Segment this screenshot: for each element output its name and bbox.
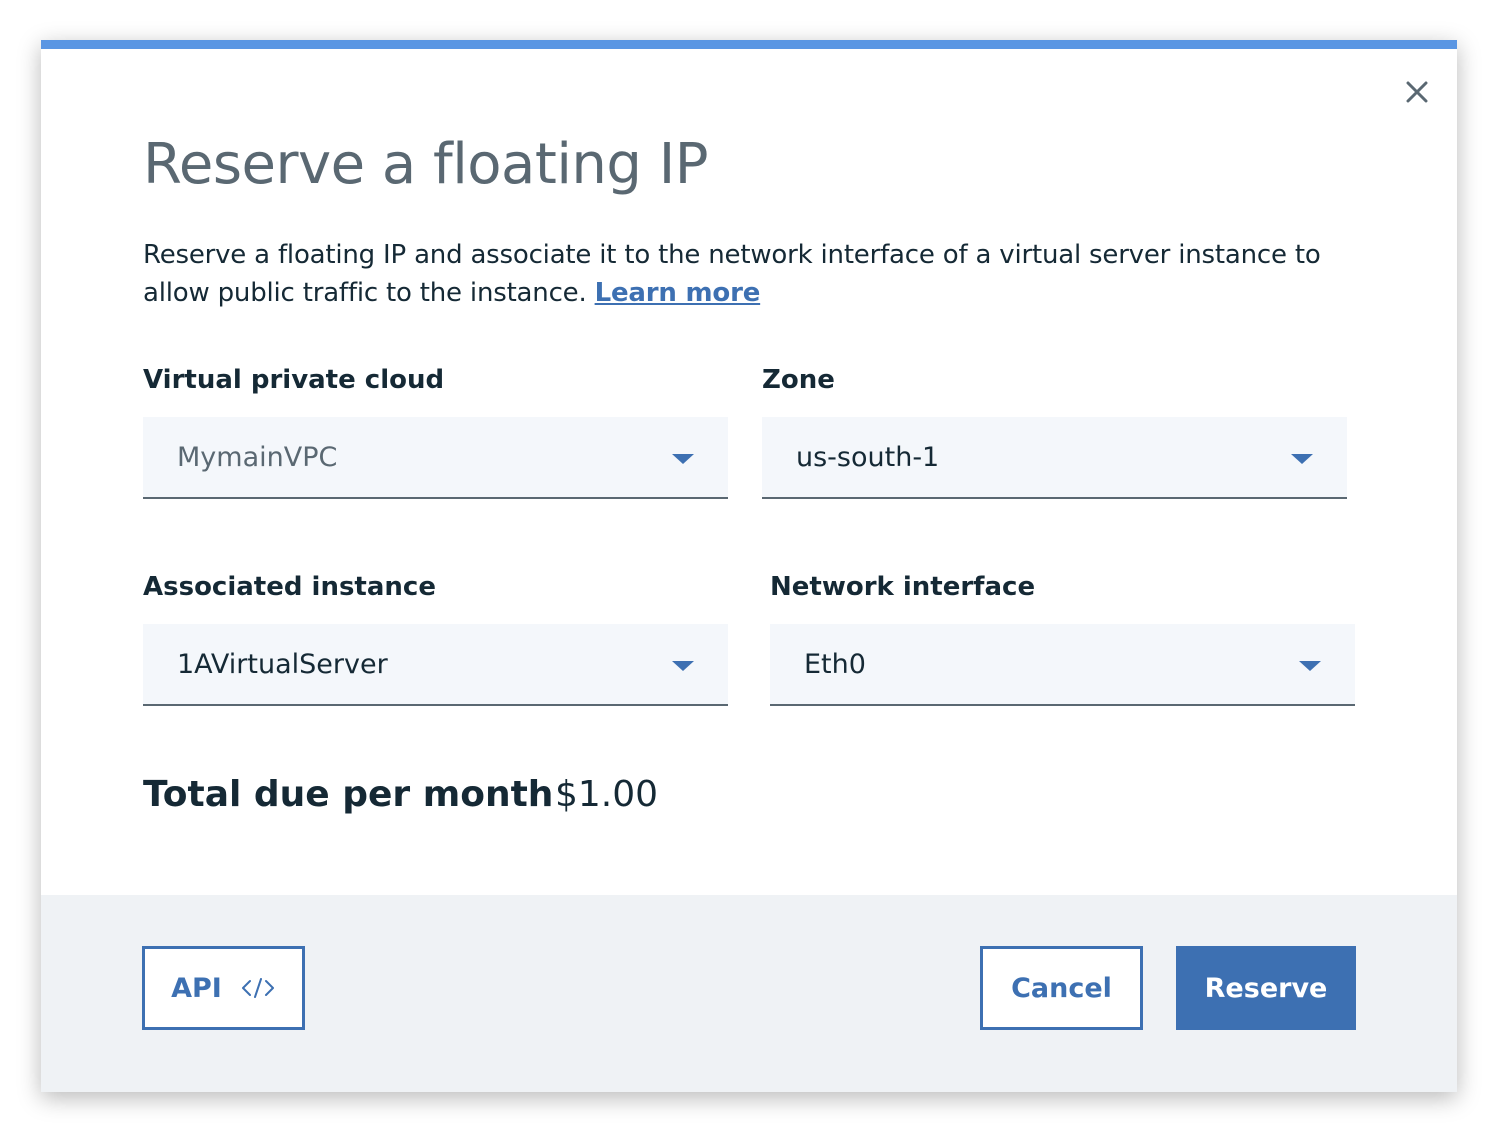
interface-label: Network interface <box>770 572 1036 602</box>
modal-title: Reserve a floating IP <box>143 132 709 197</box>
instance-label: Associated instance <box>143 572 436 602</box>
cancel-button[interactable]: Cancel <box>980 946 1143 1030</box>
close-button[interactable] <box>1399 74 1435 110</box>
interface-selected-value: Eth0 <box>804 648 866 680</box>
total-value: $1.00 <box>555 774 659 815</box>
chevron-down-icon <box>672 661 694 671</box>
zone-dropdown[interactable]: us-south-1 <box>762 417 1347 499</box>
reserve-button[interactable]: Reserve <box>1176 946 1356 1030</box>
modal-accent-bar <box>41 40 1457 49</box>
vpc-dropdown[interactable]: MymainVPC <box>143 417 728 499</box>
zone-selected-value: us-south-1 <box>796 441 940 473</box>
learn-more-link[interactable]: Learn more <box>595 278 761 308</box>
reserve-floating-ip-modal: Reserve a floating IP Reserve a floating… <box>41 40 1457 1092</box>
instance-selected-value: 1AVirtualServer <box>177 648 388 680</box>
code-icon <box>240 977 276 999</box>
chevron-down-icon <box>672 454 694 464</box>
vpc-label: Virtual private cloud <box>143 365 445 395</box>
api-button-label: API <box>171 972 222 1004</box>
zone-label: Zone <box>762 365 835 395</box>
instance-dropdown[interactable]: 1AVirtualServer <box>143 624 728 706</box>
modal-description: Reserve a floating IP and associate it t… <box>143 236 1373 312</box>
modal-footer: API Cancel Reserve <box>41 895 1457 1092</box>
total-label: Total due per month <box>143 774 554 815</box>
close-icon <box>1406 81 1428 103</box>
interface-dropdown[interactable]: Eth0 <box>770 624 1355 706</box>
chevron-down-icon <box>1291 454 1313 464</box>
chevron-down-icon <box>1299 661 1321 671</box>
vpc-selected-value: MymainVPC <box>177 441 338 473</box>
api-button[interactable]: API <box>142 946 305 1030</box>
